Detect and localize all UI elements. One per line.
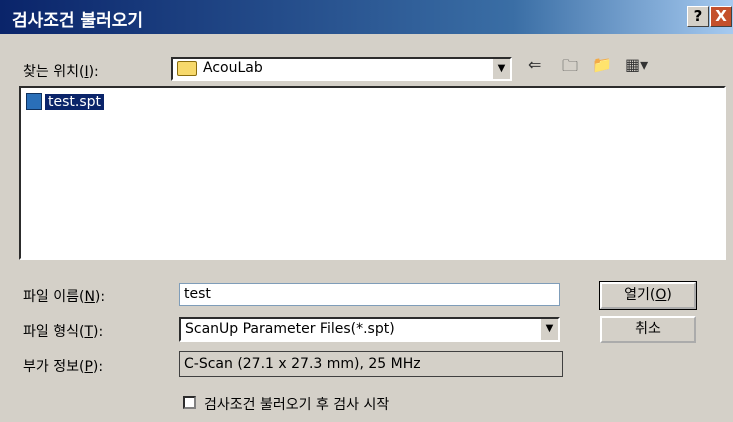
extra-info-accelerator: P [84,359,93,375]
file-type-accelerator: T [84,324,93,340]
look-in-value: AcouLab [203,60,263,76]
window-title: 검사조건 불러오기 [12,11,144,31]
look-in-label-text: 찾는 위치( [23,64,85,80]
file-type-label: 파일 형식(T): [23,321,103,341]
up-folder-icon[interactable]: 🗀 [562,55,578,82]
cancel-button[interactable]: 취소 [600,316,696,343]
file-name-label-text: 파일 이름( [23,289,85,305]
file-name: test.spt [45,93,105,110]
view-menu-icon[interactable]: ▦▾ [625,55,648,74]
look-in-label-suffix: ): [88,64,99,80]
chevron-down-icon[interactable] [540,319,558,340]
look-in-value-wrap: AcouLab [177,60,263,76]
file-type-label-text: 파일 형식( [23,324,85,340]
new-folder-icon[interactable]: 📁 [592,55,612,74]
file-type-value: ScanUp Parameter Files(*.spt) [185,321,395,337]
extra-info-label-text: 부가 정보( [23,359,85,375]
look-in-label: 찾는 위치(I): [23,61,99,81]
load-inspection-dialog: 검사조건 불러오기 ? X 찾는 위치(I): AcouLab ⇐ 🗀 📁 ▦▾… [0,0,733,422]
extra-info-label-suffix: ): [92,359,104,375]
open-button[interactable]: 열기(O) [599,281,697,310]
file-icon [26,93,42,110]
file-name-label: 파일 이름(N): [23,286,105,306]
extra-info-value: C-Scan (27.1 x 27.3 mm), 25 MHz [179,351,563,377]
back-icon[interactable]: ⇐ [528,55,541,74]
open-button-accelerator: O [655,287,667,303]
folder-icon [177,60,197,76]
file-name-input[interactable]: test [179,283,560,306]
start-inspection-checkbox-label[interactable]: 검사조건 불러오기 후 검사 시작 [204,394,389,414]
extra-info-label: 부가 정보(P): [23,356,103,376]
file-name-label-suffix: ): [94,289,106,305]
list-item[interactable]: test.spt [26,93,105,110]
chevron-down-icon[interactable] [492,59,510,79]
start-inspection-checkbox[interactable] [183,396,196,409]
open-button-suffix: ) [666,287,672,303]
file-type-label-suffix: ): [93,324,104,340]
file-name-accelerator: N [84,289,95,305]
file-type-dropdown[interactable]: ScanUp Parameter Files(*.spt) [179,317,560,342]
look-in-dropdown[interactable]: AcouLab [171,57,512,81]
close-button[interactable]: X [710,6,732,27]
open-button-label: 열기( [624,287,656,303]
help-button[interactable]: ? [687,6,709,27]
file-list[interactable]: test.spt [19,86,726,260]
title-bar[interactable]: 검사조건 불러오기 ? X [0,0,733,34]
